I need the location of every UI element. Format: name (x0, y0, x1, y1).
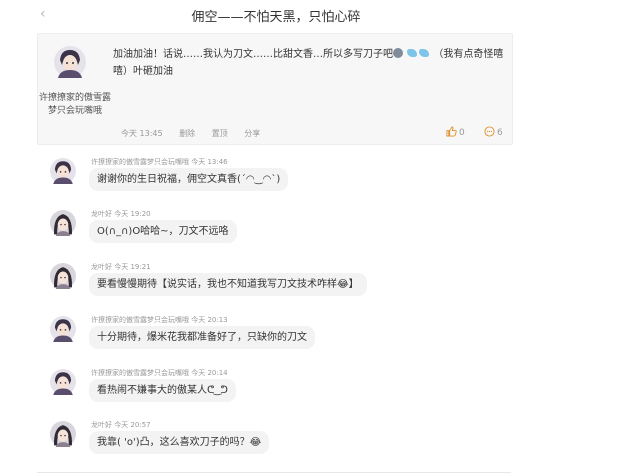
reply-bubble[interactable]: O(∩_∩)O哈哈~，刀文不远咯 (89, 220, 237, 243)
avatar-girl-icon[interactable] (50, 263, 76, 289)
reply-item: 许撩撩家的傲雪露梦只会玩嘴哦 今天 13:46 谢谢你的生日祝福，佣空文真香(´◠… (50, 157, 510, 205)
like-count: 0 (459, 128, 465, 138)
reply-meta: 龙叶好 今天 19:20 (91, 209, 151, 219)
sweat-drop-icon (407, 49, 418, 57)
reply-author[interactable]: 许撩撩家的傲雪露梦只会玩嘴哦 (91, 158, 189, 166)
post-meta: 今天 13:45 删除 置顶 分享 (121, 128, 274, 139)
main-post: 许撩撩家的傲雪露梦只会玩嘴哦 加油加油！话说……我认为刀文……比甜文香…所以多写… (37, 33, 513, 145)
like-button[interactable]: 0 (446, 126, 465, 138)
reply-meta: 龙叶好 今天 19:21 (91, 262, 151, 272)
reply-meta: 许撩撩家的傲雪露梦只会玩嘴哦 今天 20:14 (91, 368, 228, 378)
thumbs-up-icon (446, 126, 457, 137)
avatar-girl-icon[interactable] (50, 210, 76, 236)
reply-meta: 许撩撩家的傲雪露梦只会玩嘴哦 今天 20:13 (91, 315, 228, 325)
avatar-girl-icon[interactable] (50, 421, 76, 447)
reply-author[interactable]: 许撩撩家的傲雪露梦只会玩嘴哦 (91, 369, 189, 377)
comment-count: 6 (497, 128, 503, 138)
avatar-boy-icon[interactable] (50, 369, 76, 395)
reply-meta: 许撩撩家的傲雪露梦只会玩嘴哦 今天 13:46 (91, 157, 228, 167)
reply-bubble[interactable]: 看热闹不嫌事大的傲某人ᕦ ͜ ᕤ (89, 379, 236, 402)
reply-bubble[interactable]: 要看慢慢期待【说实话，我也不知道我写刀文技术咋样😂】 (89, 273, 367, 296)
top-bar: ‹ 佣空——不怕天黑，只怕心碎 (0, 0, 640, 30)
delete-button[interactable]: 删除 (179, 129, 195, 138)
post-text-part1: 加油加油！话说……我认为刀文……比甜文香…所以多写刀子吧 (113, 49, 393, 60)
post-text: 加油加油！话说……我认为刀文……比甜文香…所以多写刀子吧 （我有点奇怪嘻嘻）叶砸… (113, 46, 505, 80)
reply-item: 龙叶好 今天 19:21 要看慢慢期待【说实话，我也不知道我写刀文技术咋样😂】 (50, 262, 510, 310)
reply-author[interactable]: 龙叶好 (91, 263, 112, 271)
reply-time: 今天 13:46 (191, 158, 228, 166)
reply-item: 龙叶好 今天 20:57 我靠( 'o')凸，这么喜欢刀子的吗？😂 (50, 420, 510, 468)
sweat-drop-icon (419, 49, 430, 57)
comment-icon (484, 126, 495, 137)
reply-bubble[interactable]: 谢谢你的生日祝福，佣空文真香(´◠‿◠`) (89, 168, 289, 191)
reply-item: 许撩撩家的傲雪露梦只会玩嘴哦 今天 20:14 看热闹不嫌事大的傲某人ᕦ ͜ ᕤ (50, 368, 510, 416)
reply-meta: 龙叶好 今天 20:57 (91, 420, 151, 430)
reply-author[interactable]: 龙叶好 (91, 421, 112, 429)
reply-author[interactable]: 许撩撩家的傲雪露梦只会玩嘴哦 (91, 316, 189, 324)
reply-time: 今天 20:57 (114, 421, 151, 429)
reply-bubble[interactable]: 十分期待，爆米花我都准备好了，只缺你的刀文 (89, 326, 315, 349)
comment-button[interactable]: 6 (484, 126, 503, 138)
post-author-name[interactable]: 许撩撩家的傲雪露梦只会玩嘴哦 (38, 92, 112, 118)
reply-time: 今天 20:14 (191, 369, 228, 377)
post-time: 今天 13:45 (121, 129, 163, 138)
reply-author[interactable]: 龙叶好 (91, 210, 112, 218)
reply-item: 许撩撩家的傲雪露梦只会玩嘴哦 今天 20:13 十分期待，爆米花我都准备好了，只缺… (50, 315, 510, 363)
page-title: 佣空——不怕天黑，只怕心碎 (191, 10, 361, 25)
share-button[interactable]: 分享 (244, 129, 260, 138)
reply-item: 龙叶好 今天 19:20 O(∩_∩)O哈哈~，刀文不远咯 (50, 209, 510, 257)
avatar-boy-icon[interactable] (50, 316, 76, 342)
reply-bubble[interactable]: 我靠( 'o')凸，这么喜欢刀子的吗？😂 (89, 431, 270, 454)
reply-time: 今天 20:13 (191, 316, 228, 324)
emoji-icon (393, 48, 403, 58)
avatar-boy-icon[interactable] (54, 46, 86, 78)
pin-button[interactable]: 置顶 (212, 129, 228, 138)
divider (37, 472, 511, 473)
avatar-boy-icon[interactable] (50, 158, 76, 184)
reply-time: 今天 19:20 (114, 210, 151, 218)
reply-time: 今天 19:21 (114, 263, 151, 271)
